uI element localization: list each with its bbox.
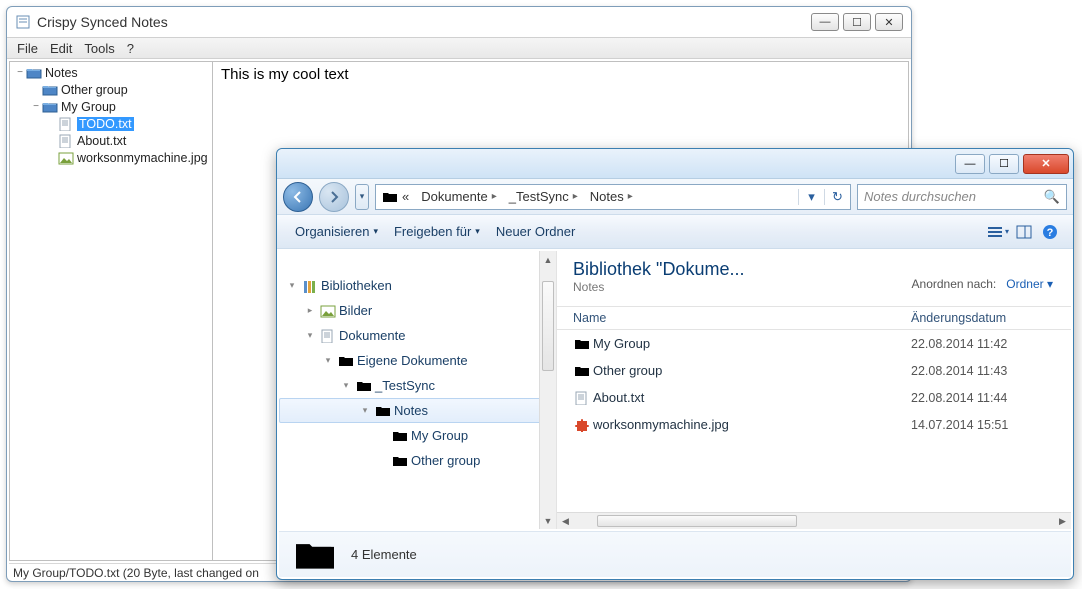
folder-icon bbox=[335, 354, 357, 368]
menu-tools[interactable]: Tools bbox=[78, 39, 120, 58]
breadcrumb-seg[interactable]: _TestSync▸ bbox=[503, 189, 584, 204]
minimize-button[interactable]: — bbox=[811, 13, 839, 31]
maximize-button[interactable]: ☐ bbox=[989, 154, 1019, 174]
folder-icon bbox=[293, 536, 337, 574]
tree-item[interactable]: About.txt bbox=[10, 132, 212, 149]
nav-item[interactable]: ▾ Notes bbox=[279, 398, 550, 423]
search-input[interactable]: Notes durchsuchen 🔍 bbox=[857, 184, 1067, 210]
puzzle-icon bbox=[571, 418, 593, 432]
folder-icon bbox=[372, 404, 394, 418]
nav-item[interactable]: ▾ Eigene Dokumente bbox=[279, 348, 556, 373]
view-mode-button[interactable]: ▾ bbox=[985, 221, 1011, 243]
folder-icon bbox=[353, 379, 375, 393]
share-button[interactable]: Freigeben für▾ bbox=[386, 220, 488, 243]
breadcrumb-root[interactable]: « bbox=[376, 189, 415, 204]
nav-item[interactable]: ▸ Bilder bbox=[279, 298, 556, 323]
organize-button[interactable]: Organisieren▾ bbox=[287, 220, 386, 243]
menu-help[interactable]: ? bbox=[121, 39, 140, 58]
maximize-button[interactable]: ☐ bbox=[843, 13, 871, 31]
titlebar[interactable]: Crispy Synced Notes — ☐ ✕ bbox=[7, 7, 911, 37]
file-pane: Bibliothek "Dokume... Notes Anordnen nac… bbox=[557, 251, 1071, 529]
scroll-thumb[interactable] bbox=[597, 515, 797, 527]
arrange-by: Anordnen nach: Ordner ▾ bbox=[912, 277, 1053, 291]
address-bar[interactable]: « Dokumente▸ _TestSync▸ Notes▸ ▾ ↻ bbox=[375, 184, 851, 210]
scroll-right-icon[interactable]: ▶ bbox=[1054, 513, 1071, 529]
notes-tree[interactable]: − Notes Other group− My Group TODO.txt A… bbox=[9, 61, 213, 561]
breadcrumb-seg[interactable]: Notes▸ bbox=[584, 189, 639, 204]
refresh-icon[interactable]: ↻ bbox=[824, 189, 850, 205]
window-title: Crispy Synced Notes bbox=[37, 14, 168, 30]
close-button[interactable]: ✕ bbox=[1023, 154, 1069, 174]
nav-row: ▾ « Dokumente▸ _TestSync▸ Notes▸ ▾ ↻ Not… bbox=[277, 179, 1073, 215]
folder-icon bbox=[571, 364, 593, 378]
close-button[interactable]: ✕ bbox=[875, 13, 903, 31]
file-row[interactable]: My Group 22.08.2014 11:42 bbox=[557, 330, 1071, 357]
folder-icon bbox=[571, 337, 593, 351]
scroll-thumb[interactable] bbox=[542, 281, 554, 371]
history-dropdown[interactable]: ▾ bbox=[355, 184, 369, 210]
back-button[interactable] bbox=[283, 182, 313, 212]
new-folder-button[interactable]: Neuer Ordner bbox=[488, 220, 583, 243]
folder-blue-icon bbox=[42, 100, 58, 114]
file-icon bbox=[58, 134, 74, 148]
explorer-window: — ☐ ✕ ▾ « Dokumente▸ _TestSync▸ Notes▸ ▾… bbox=[276, 148, 1074, 580]
column-headers[interactable]: Name Änderungsdatum bbox=[557, 306, 1071, 330]
scroll-left-icon[interactable]: ◀ bbox=[557, 513, 574, 529]
tree-item[interactable]: Other group bbox=[10, 81, 212, 98]
preview-pane-button[interactable] bbox=[1011, 221, 1037, 243]
col-name[interactable]: Name bbox=[557, 311, 911, 325]
nav-pane[interactable]: ▾ Bibliotheken▸ Bilder▾ Dokumente▾ Eigen… bbox=[279, 251, 557, 529]
menubar: File Edit Tools ? bbox=[7, 37, 911, 59]
image-icon bbox=[58, 151, 74, 165]
tree-root[interactable]: − Notes bbox=[10, 64, 212, 81]
scroll-down-icon[interactable]: ▼ bbox=[540, 512, 556, 529]
library-icon bbox=[299, 279, 321, 293]
file-row[interactable]: Other group 22.08.2014 11:43 bbox=[557, 357, 1071, 384]
folder-icon bbox=[389, 454, 411, 468]
explorer-titlebar[interactable]: — ☐ ✕ bbox=[277, 149, 1073, 179]
menu-file[interactable]: File bbox=[11, 39, 44, 58]
addr-dropdown-icon[interactable]: ▾ bbox=[798, 189, 824, 205]
folder-blue-icon bbox=[42, 83, 58, 97]
nav-scrollbar[interactable]: ▲ ▼ bbox=[539, 251, 556, 529]
folder-icon bbox=[26, 66, 42, 80]
tree-item[interactable]: TODO.txt bbox=[10, 115, 212, 132]
app-icon bbox=[15, 14, 31, 30]
tree-item[interactable]: − My Group bbox=[10, 98, 212, 115]
file-icon bbox=[58, 117, 74, 131]
file-row[interactable]: About.txt 22.08.2014 11:44 bbox=[557, 384, 1071, 411]
col-date[interactable]: Änderungsdatum bbox=[911, 311, 1071, 325]
file-row[interactable]: worksonmymachine.jpg 14.07.2014 15:51 bbox=[557, 411, 1071, 438]
menu-edit[interactable]: Edit bbox=[44, 39, 78, 58]
nav-item[interactable]: Other group bbox=[279, 448, 556, 473]
library-title: Bibliothek "Dokume... bbox=[573, 259, 813, 280]
forward-button[interactable] bbox=[319, 182, 349, 212]
scroll-up-icon[interactable]: ▲ bbox=[540, 251, 556, 268]
editor-text: This is my cool text bbox=[221, 66, 349, 83]
nav-item[interactable]: ▾ Bibliotheken bbox=[279, 273, 556, 298]
breadcrumb-seg[interactable]: Dokumente▸ bbox=[415, 189, 503, 204]
nav-item[interactable]: ▾ Dokumente bbox=[279, 323, 556, 348]
help-button[interactable]: ? bbox=[1037, 221, 1063, 243]
text-icon bbox=[571, 391, 593, 405]
pictures-icon bbox=[317, 304, 339, 318]
explorer-toolbar: Organisieren▾ Freigeben für▾ Neuer Ordne… bbox=[277, 215, 1073, 249]
documents-icon bbox=[317, 329, 339, 343]
svg-text:?: ? bbox=[1047, 227, 1054, 239]
arrange-dropdown[interactable]: Ordner ▾ bbox=[1006, 277, 1053, 291]
nav-item[interactable]: ▾ _TestSync bbox=[279, 373, 556, 398]
minimize-button[interactable]: — bbox=[955, 154, 985, 174]
explorer-status: 4 Elemente bbox=[279, 531, 1071, 577]
file-scrollbar[interactable]: ◀ ▶ bbox=[557, 512, 1071, 529]
search-icon: 🔍 bbox=[1044, 189, 1060, 205]
folder-icon bbox=[389, 429, 411, 443]
tree-item[interactable]: worksonmymachine.jpg bbox=[10, 149, 212, 166]
nav-item[interactable]: My Group bbox=[279, 423, 556, 448]
